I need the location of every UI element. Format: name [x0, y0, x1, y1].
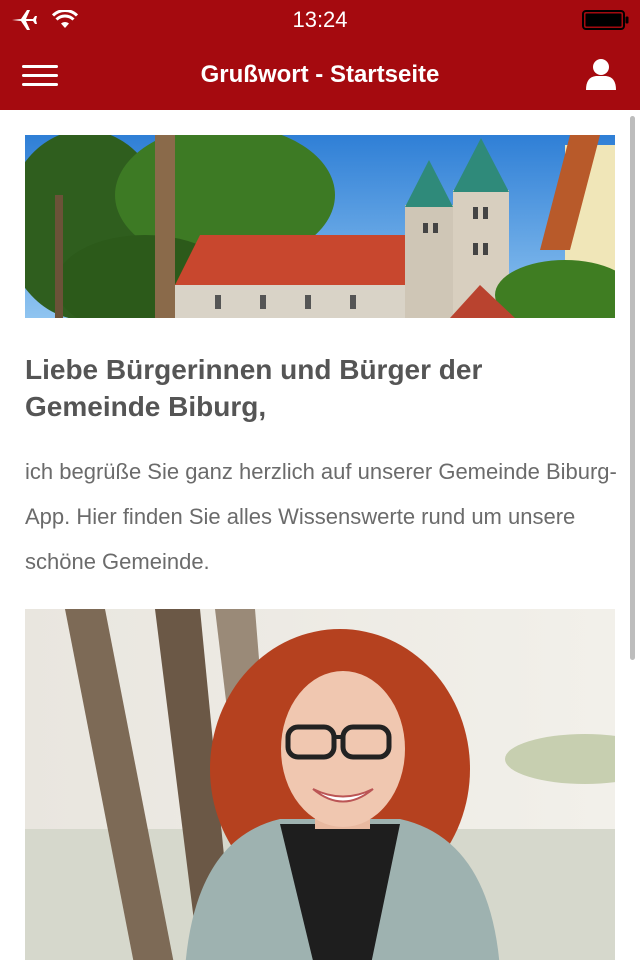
church-photo	[25, 135, 615, 318]
battery-icon	[582, 10, 629, 30]
greeting-text: ich begrüße Sie ganz herzlich auf unsere…	[25, 459, 617, 574]
status-time: 13:24	[292, 7, 348, 32]
mayor-portrait-photo	[25, 609, 615, 960]
nav-bar: Grußwort - Startseite	[0, 40, 640, 110]
page-title: Grußwort - Startseite	[200, 61, 440, 88]
scrollbar[interactable]	[630, 116, 635, 660]
hamburger-menu-icon[interactable]	[18, 58, 62, 92]
greeting-heading: Liebe Bürgerinnen und Bürger der Gemeind…	[25, 354, 483, 422]
user-icon[interactable]	[582, 56, 620, 94]
status-bar: 13:24	[0, 0, 640, 40]
content-area[interactable]: Liebe Bürgerinnen und Bürger der Gemeind…	[0, 110, 640, 960]
